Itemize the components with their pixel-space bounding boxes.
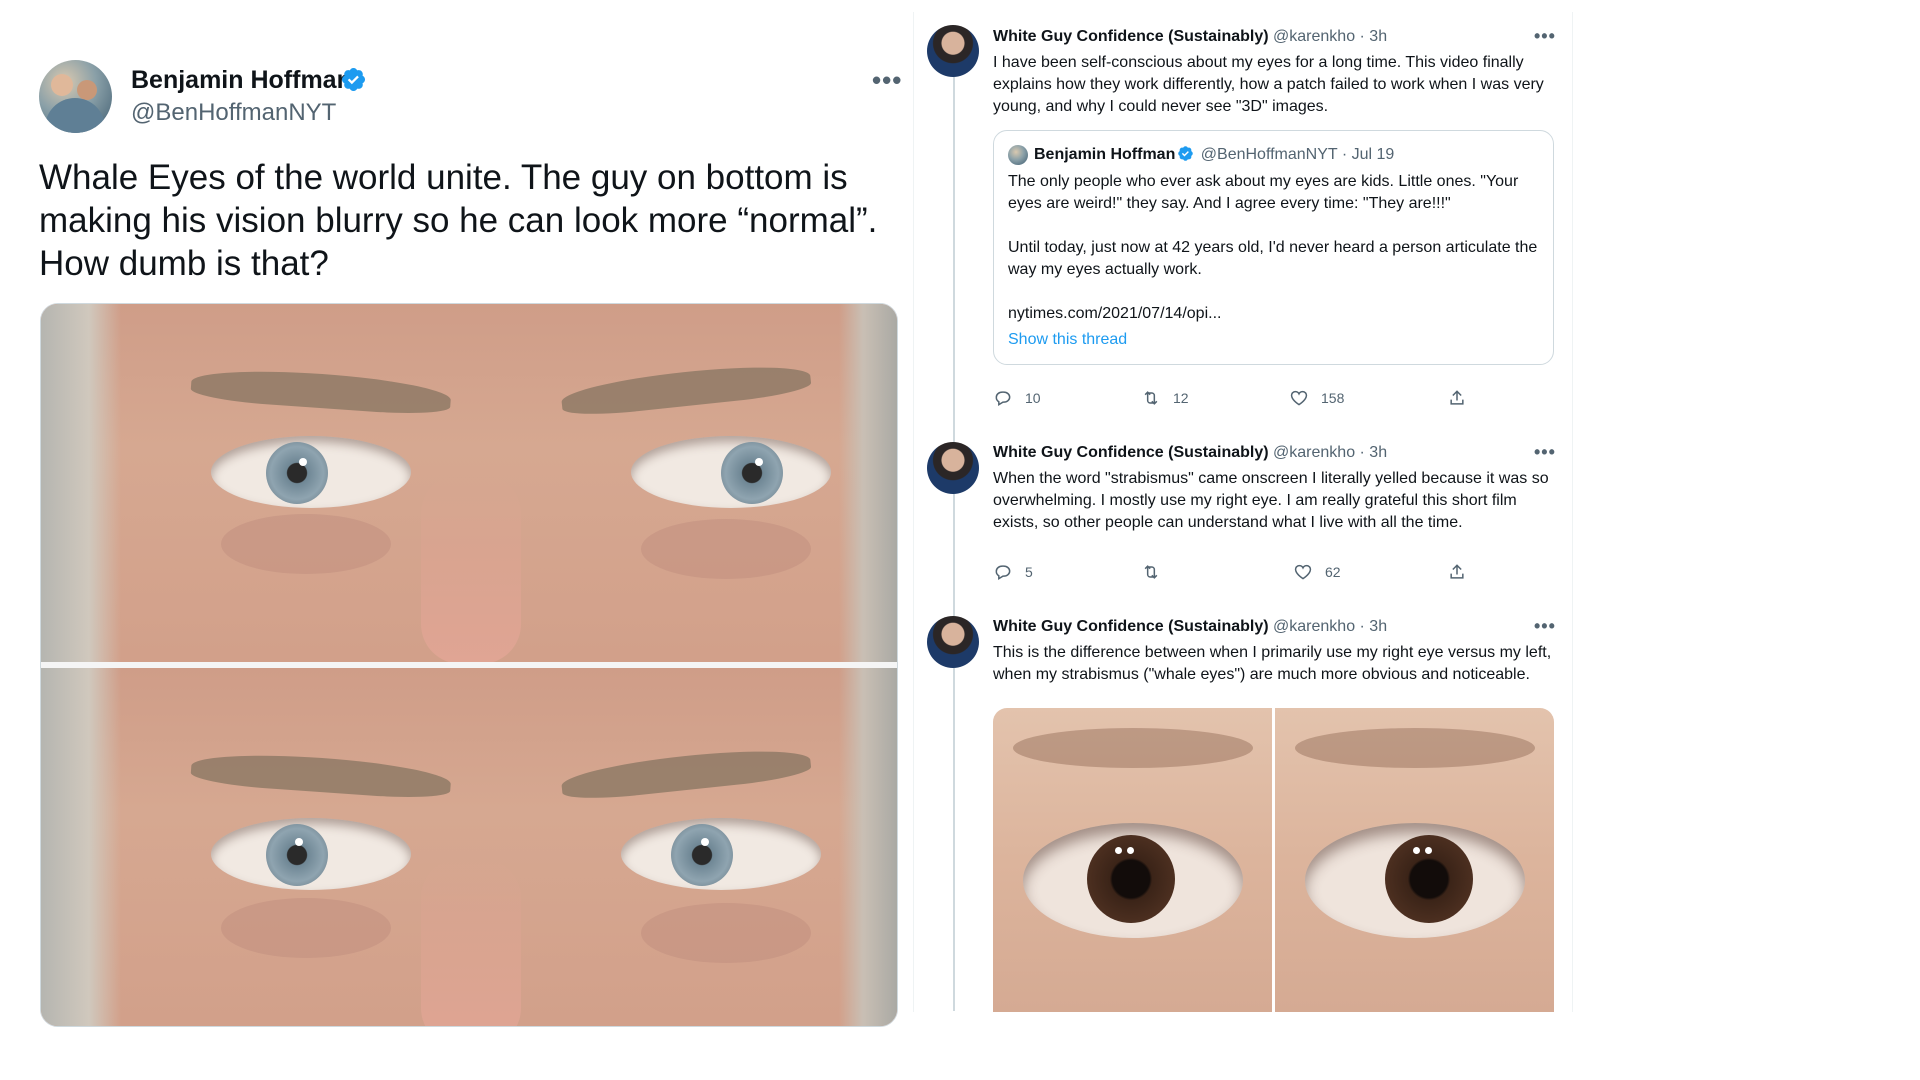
retweet-button[interactable]: 12 (1141, 386, 1189, 410)
like-icon (1294, 564, 1312, 580)
more-options-icon[interactable]: ••• (1534, 26, 1556, 47)
verified-badge-icon (341, 67, 366, 92)
share-icon (1450, 390, 1464, 405)
photo-top-eyes (41, 304, 897, 662)
quoted-tweet[interactable]: Benjamin Hoffman @BenHoffmanNYT · Jul 19… (993, 130, 1554, 365)
author-handle[interactable]: @BenHoffmanNYT (131, 99, 336, 127)
retweet-count: 12 (1173, 390, 1189, 406)
tweet-text: Whale Eyes of the world unite. The guy o… (39, 158, 878, 283)
photo-right-eye-dominant (993, 708, 1272, 1012)
tweet-actions: 5 62 (993, 560, 1493, 584)
retweet-icon (1144, 391, 1158, 405)
author-avatar[interactable] (927, 25, 979, 77)
author-avatar[interactable] (927, 616, 979, 668)
author-avatar[interactable] (927, 442, 979, 494)
author-name[interactable]: White Guy Confidence (Sustainably) (993, 28, 1269, 45)
more-options-icon[interactable]: ••• (872, 67, 902, 93)
quoted-text-paragraph-1: The only people who ever ask about my ey… (1008, 173, 1519, 212)
like-button[interactable]: 62 (1293, 560, 1341, 584)
author-meta[interactable]: @karenkho · 3h (1269, 444, 1387, 461)
reply-icon (995, 565, 1011, 580)
reply-count: 10 (1025, 390, 1041, 406)
more-options-icon[interactable]: ••• (1534, 616, 1556, 637)
tweet-text: This is the difference between when I pr… (993, 644, 1552, 683)
like-button[interactable]: 158 (1289, 386, 1344, 410)
tweet-text: When the word "strabismus" came onscreen… (993, 470, 1549, 531)
retweet-icon (1144, 565, 1158, 579)
like-icon (1290, 390, 1308, 406)
show-thread-link[interactable]: Show this thread (1008, 331, 1127, 349)
tweet-actions: 10 12 158 (993, 386, 1493, 410)
reply-button[interactable]: 5 (993, 560, 1033, 584)
author-avatar[interactable] (39, 60, 112, 133)
like-count: 62 (1325, 564, 1341, 580)
quoted-author-avatar (1008, 145, 1028, 165)
quoted-text-paragraph-2: Until today, just now at 42 years old, I… (1008, 239, 1538, 278)
main-tweet: Benjamin Hoffman @BenHoffmanNYT ••• Whal… (0, 0, 910, 1080)
thread-connector-line (953, 76, 955, 1011)
share-button[interactable] (1447, 560, 1467, 584)
tweet-photo[interactable] (40, 303, 898, 1027)
like-count: 158 (1321, 390, 1345, 406)
reply-thread: White Guy Confidence (Sustainably) @kare… (913, 12, 1573, 1012)
quoted-tweet-text: The only people who ever ask about my ey… (1008, 171, 1543, 281)
photo-left-eye-dominant (1275, 708, 1554, 1012)
more-options-icon[interactable]: ••• (1534, 442, 1556, 463)
photo-bottom-eyes (41, 668, 897, 1026)
quoted-author-name: Benjamin Hoffman (1034, 146, 1176, 163)
reply-icon (995, 391, 1011, 406)
quoted-author-meta: @BenHoffmanNYT · Jul 19 (1196, 146, 1395, 163)
verified-badge-icon (1178, 146, 1194, 161)
author-name[interactable]: White Guy Confidence (Sustainably) (993, 444, 1269, 461)
share-button[interactable] (1447, 386, 1467, 410)
author-meta[interactable]: @karenkho · 3h (1269, 28, 1387, 45)
reply-count: 5 (1025, 564, 1033, 580)
tweet-photo[interactable] (993, 708, 1554, 1012)
reply-button[interactable]: 10 (993, 386, 1041, 410)
author-name[interactable]: Benjamin Hoffman (131, 66, 352, 95)
author-meta[interactable]: @karenkho · 3h (1269, 618, 1387, 635)
tweet-text: I have been self-conscious about my eyes… (993, 54, 1544, 115)
author-name[interactable]: White Guy Confidence (Sustainably) (993, 618, 1269, 635)
retweet-button[interactable] (1141, 560, 1173, 584)
share-icon (1450, 564, 1464, 579)
quoted-link[interactable]: nytimes.com/2021/07/14/opi... (1008, 305, 1221, 323)
